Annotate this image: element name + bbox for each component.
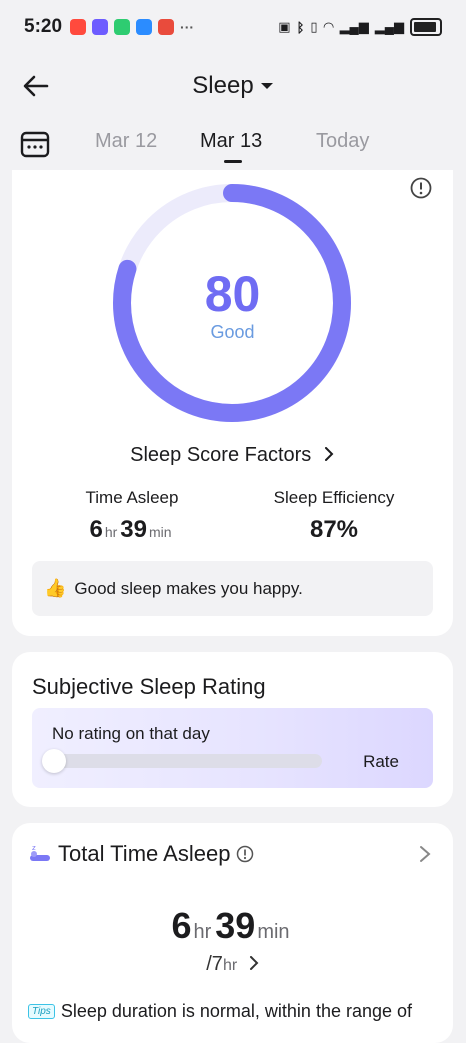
rating-slider-track[interactable] (44, 754, 322, 768)
total-time-asleep-title: Total Time Asleep (58, 841, 231, 866)
sleep-score-label: Good (210, 322, 255, 342)
date-selector: Mar 12 Mar 13 Today (0, 122, 466, 168)
rate-button[interactable]: Rate (363, 752, 399, 772)
sleep-efficiency-metric: Sleep Efficiency 87% (234, 488, 434, 544)
date-tab-prev[interactable]: Mar 12 (95, 130, 157, 153)
thumbs-up-icon: 👍 (44, 578, 67, 598)
time-asleep-metric: Time Asleep 6 hr 39 min (32, 488, 232, 544)
status-time: 5:20 (24, 16, 63, 37)
time-asleep-value: 6 hr 39 min (89, 516, 172, 543)
sleep-efficiency-label: Sleep Efficiency (273, 488, 395, 507)
duration-tip: Tips Sleep duration is normal, within th… (28, 1001, 412, 1022)
status-bar: 5:20 ··· ▣ ᛒ ▯ ◠ ▂▄▆ ▂▄▆ (0, 0, 466, 54)
total-time-asleep-value: 6 hr 39 min (171, 905, 290, 946)
wifi-icon: ◠ (323, 19, 334, 34)
signal-icon: ▂▄▆ (374, 19, 404, 34)
arrow-left-icon (23, 75, 49, 97)
nfc-icon: ▣ (278, 19, 291, 34)
tips-icon: Tips (28, 1004, 55, 1019)
page-title: Sleep (192, 72, 254, 99)
time-asleep-label: Time Asleep (85, 488, 179, 507)
chevron-right-icon[interactable] (419, 845, 431, 863)
chevron-right-icon (324, 447, 334, 461)
battery-icon (410, 18, 442, 36)
caret-down-icon (260, 83, 273, 89)
total-time-asleep-card: z Total Time Asleep 6 hr 39 min /7hr Tips S… (12, 823, 453, 1043)
rating-slider-handle[interactable] (42, 749, 66, 773)
app-notification-icon (114, 19, 131, 35)
date-tab-current[interactable]: Mar 13 (200, 130, 262, 153)
page-title-dropdown[interactable]: Sleep (192, 72, 273, 100)
rating-panel: No rating on that day Rate (32, 708, 433, 788)
calendar-icon[interactable] (20, 130, 50, 158)
sleep-tip: 👍 Good sleep makes you happy. (32, 561, 433, 616)
sleeping-person-icon: z (30, 844, 50, 861)
sleep-score-card: 80 Good Sleep Score Factors Time Asleep … (12, 170, 453, 636)
subjective-rating-title: Subjective Sleep Rating (32, 674, 266, 699)
date-tab-today[interactable]: Today (316, 130, 369, 153)
chevron-right-icon (249, 956, 259, 970)
svg-text:z: z (32, 844, 36, 852)
subjective-rating-card: Subjective Sleep Rating No rating on tha… (12, 652, 453, 807)
app-notification-icon (158, 19, 175, 35)
active-tab-indicator (224, 160, 242, 163)
sleep-goal-link[interactable]: /7hr (12, 953, 453, 976)
app-notification-icon (136, 19, 153, 35)
more-notifications-icon: ··· (180, 19, 195, 35)
back-button[interactable] (20, 70, 52, 102)
status-icons: ▣ ᛒ ▯ ◠ ▂▄▆ ▂▄▆ (278, 18, 442, 36)
rating-status: No rating on that day (52, 724, 210, 743)
vibrate-icon: ▯ (310, 19, 318, 34)
duration-tip-text: Sleep duration is normal, within the ran… (60, 1001, 413, 1021)
page-header: Sleep (0, 58, 466, 114)
total-time-asleep-header[interactable]: z Total Time Asleep (28, 841, 254, 867)
sleep-tip-text: Good sleep makes you happy. (74, 578, 303, 598)
sleep-score-factors-link[interactable]: Sleep Score Factors (12, 444, 453, 467)
app-notification-icon (92, 19, 109, 35)
sleep-score-value: 80 (204, 266, 261, 322)
factors-label: Sleep Score Factors (130, 444, 312, 466)
info-icon[interactable] (409, 176, 433, 200)
sleep-efficiency-value: 87% (309, 516, 359, 543)
bluetooth-icon: ᛒ (296, 19, 305, 35)
info-icon[interactable] (236, 845, 254, 863)
signal-icon: ▂▄▆ (339, 19, 369, 34)
app-notification-icon (70, 19, 87, 35)
